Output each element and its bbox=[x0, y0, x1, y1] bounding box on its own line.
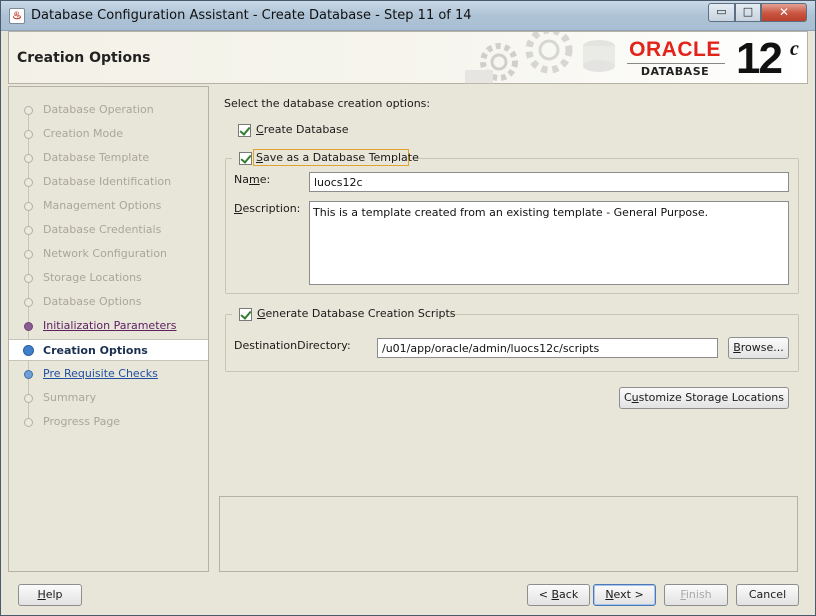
customize-storage-locations-button[interactable]: Customize Storage Locations bbox=[619, 387, 789, 409]
step-dot-icon bbox=[24, 178, 33, 187]
oracle-database-logo: ORACLE DATABASE bbox=[623, 38, 733, 78]
step-dot-icon bbox=[24, 226, 33, 235]
nav-step-progress-page: Progress Page bbox=[9, 411, 208, 433]
nav-step-initialization-parameters[interactable]: Initialization Parameters bbox=[9, 315, 208, 337]
nav-step-label: Management Options bbox=[43, 199, 162, 212]
step-dot-icon bbox=[24, 154, 33, 163]
nav-step-database-options: Database Options bbox=[9, 291, 208, 313]
nav-step-label: Network Configuration bbox=[43, 247, 168, 260]
browse-button[interactable]: Browse... bbox=[728, 337, 789, 359]
version-number: 12 bbox=[736, 34, 783, 83]
create-database-label[interactable]: Create Database bbox=[256, 123, 349, 136]
dbca-window: ♨ Database Configuration Assistant - Cre… bbox=[0, 0, 816, 616]
nav-step-label: Progress Page bbox=[43, 415, 121, 428]
nav-step-network-configuration: Network Configuration bbox=[9, 243, 208, 265]
nav-step-label: Creation Options bbox=[43, 344, 148, 357]
nav-step-label[interactable]: Pre Requisite Checks bbox=[43, 367, 158, 380]
template-name-label: Name: bbox=[234, 173, 271, 186]
nav-step-label[interactable]: Initialization Parameters bbox=[43, 319, 177, 332]
template-name-input[interactable]: luocs12c bbox=[309, 172, 789, 192]
step-header: Creation Options ORACLE DATABASE 12 c bbox=[8, 31, 808, 84]
step-dot-icon bbox=[24, 130, 33, 139]
step-dot-icon bbox=[24, 322, 33, 331]
help-button[interactable]: Help bbox=[18, 584, 82, 606]
template-description-textarea[interactable]: This is a template created from an exist… bbox=[309, 201, 789, 285]
nav-step-storage-locations: Storage Locations bbox=[9, 267, 208, 289]
logo-divider bbox=[627, 63, 725, 64]
destination-directory-input[interactable]: /u01/app/oracle/admin/luocs12c/scripts bbox=[377, 338, 718, 358]
title-bar: ♨ Database Configuration Assistant - Cre… bbox=[1, 1, 815, 31]
nav-step-label: Summary bbox=[43, 391, 97, 404]
maximize-button[interactable]: □ bbox=[735, 3, 761, 22]
nav-step-label: Database Identification bbox=[43, 175, 172, 188]
save-template-checkbox[interactable] bbox=[239, 152, 252, 165]
nav-step-management-options: Management Options bbox=[9, 195, 208, 217]
step-dot-icon bbox=[23, 345, 34, 356]
database-wordmark: DATABASE bbox=[640, 65, 710, 78]
nav-step-label: Database Credentials bbox=[43, 223, 162, 236]
step-dot-icon bbox=[24, 106, 33, 115]
nav-step-summary: Summary bbox=[9, 387, 208, 409]
nav-step-database-operation: Database Operation bbox=[9, 99, 208, 121]
nav-step-label: Database Options bbox=[43, 295, 142, 308]
gears-database-illustration-icon bbox=[465, 32, 615, 84]
message-area bbox=[219, 496, 798, 572]
generate-scripts-label[interactable]: Generate Database Creation Scripts bbox=[257, 307, 456, 320]
nav-step-creation-options: Creation Options bbox=[9, 339, 208, 361]
save-template-label[interactable]: Save as a Database Template bbox=[256, 151, 419, 164]
nav-step-database-identification: Database Identification bbox=[9, 171, 208, 193]
back-button[interactable]: < Back bbox=[527, 584, 590, 606]
generate-scripts-checkbox[interactable] bbox=[239, 308, 252, 321]
destination-directory-label: DestinationDirectory: bbox=[234, 339, 351, 352]
version-suffix: c bbox=[790, 38, 799, 60]
nav-step-database-template: Database Template bbox=[9, 147, 208, 169]
java-cup-icon: ♨ bbox=[9, 8, 25, 24]
cancel-button[interactable]: Cancel bbox=[736, 584, 799, 606]
step-dot-icon bbox=[24, 274, 33, 283]
step-dot-icon bbox=[24, 202, 33, 211]
step-dot-icon bbox=[24, 298, 33, 307]
step-dot-icon bbox=[24, 250, 33, 259]
page-title: Creation Options bbox=[17, 50, 151, 66]
creation-options-prompt: Select the database creation options: bbox=[224, 97, 431, 110]
step-dot-icon bbox=[24, 370, 33, 379]
window-title: Database Configuration Assistant - Creat… bbox=[31, 8, 472, 23]
nav-step-database-credentials: Database Credentials bbox=[9, 219, 208, 241]
nav-step-creation-mode: Creation Mode bbox=[9, 123, 208, 145]
step-dot-icon bbox=[24, 394, 33, 403]
create-database-checkbox[interactable] bbox=[238, 124, 251, 137]
nav-step-label: Database Template bbox=[43, 151, 150, 164]
nav-step-pre-requisite-checks[interactable]: Pre Requisite Checks bbox=[9, 363, 208, 385]
nav-step-label: Storage Locations bbox=[43, 271, 142, 284]
template-description-label: Description: bbox=[234, 202, 301, 215]
steps-navigation: Database Operation Creation Mode Databas… bbox=[8, 86, 209, 572]
step-dot-icon bbox=[24, 418, 33, 427]
oracle-wordmark: ORACLE bbox=[629, 38, 721, 61]
next-button[interactable]: Next > bbox=[593, 584, 656, 606]
nav-step-label: Database Operation bbox=[43, 103, 154, 116]
finish-button[interactable]: Finish bbox=[664, 584, 728, 606]
minimize-button[interactable]: ▭ bbox=[708, 3, 735, 22]
nav-step-label: Creation Mode bbox=[43, 127, 124, 140]
close-button[interactable]: ✕ bbox=[761, 3, 807, 22]
